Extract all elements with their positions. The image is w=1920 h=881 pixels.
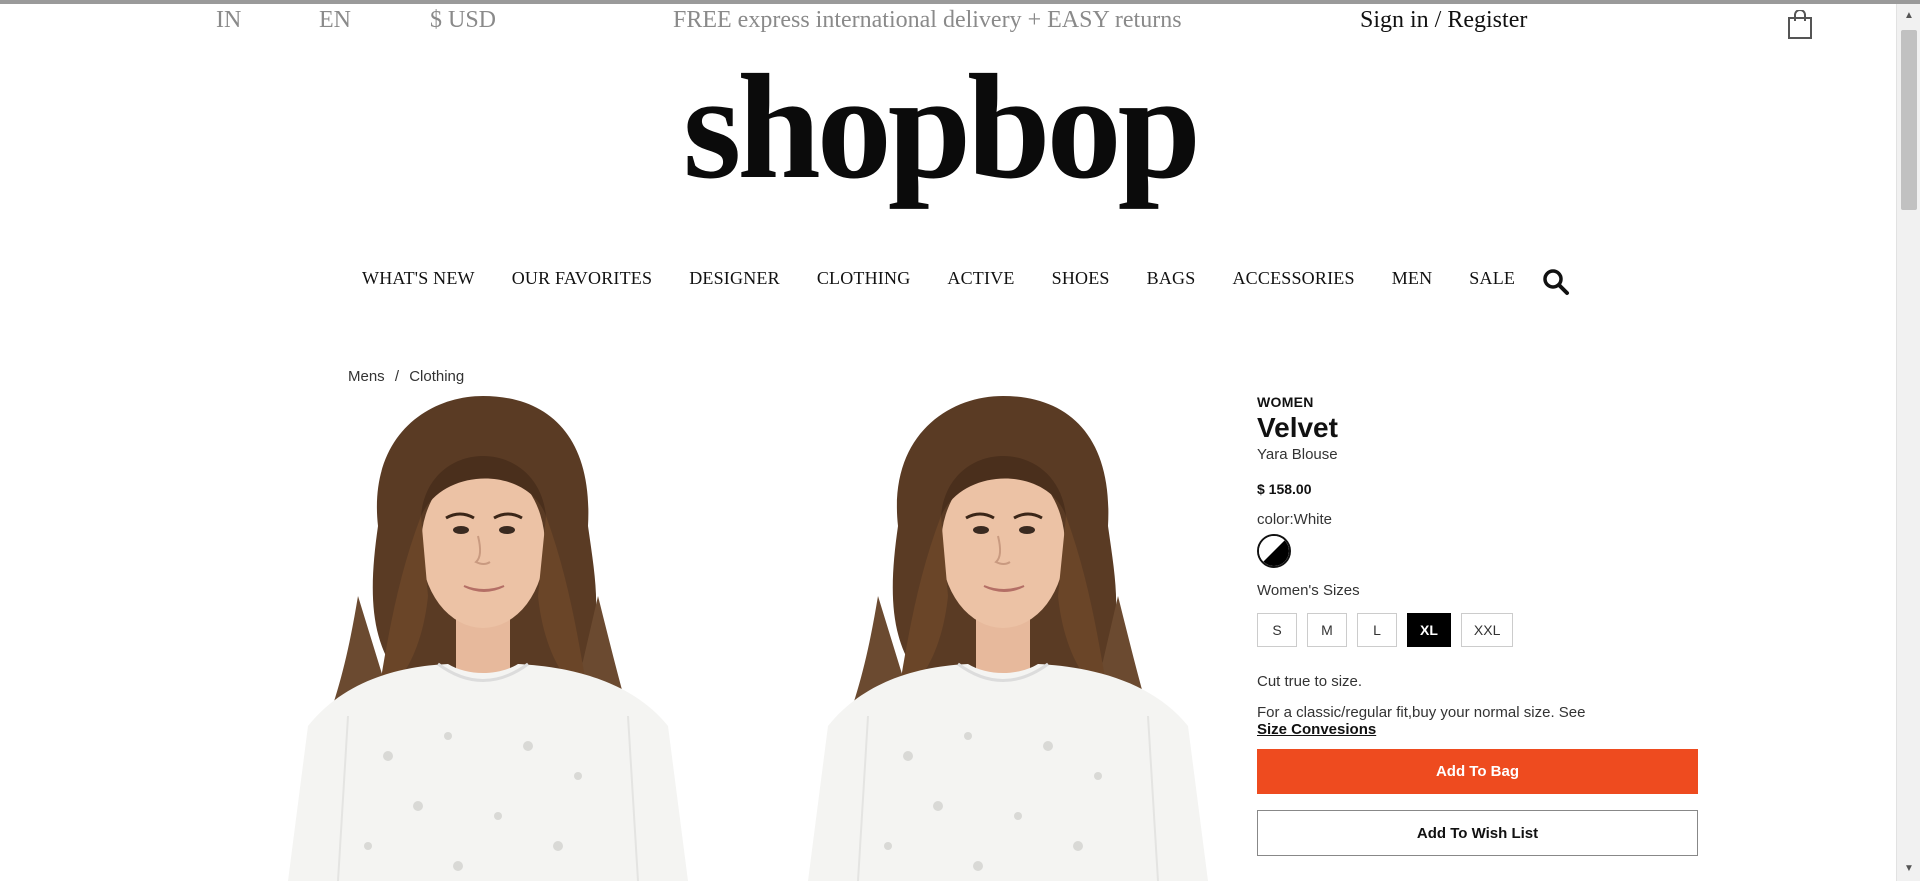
nav-shoes[interactable]: SHOES <box>1052 268 1110 289</box>
color-swatch-icon <box>1259 536 1289 566</box>
main-nav: WHAT'S NEW OUR FAVORITES DESIGNER CLOTHI… <box>362 268 1552 289</box>
add-to-bag-button[interactable]: Add To Bag <box>1257 749 1698 794</box>
scroll-thumb[interactable] <box>1901 30 1917 210</box>
size-option-xxl[interactable]: XXL <box>1460 613 1514 647</box>
size-conversions-link[interactable]: Size Convesions <box>1257 721 1376 738</box>
nav-accessories[interactable]: ACCESSORIES <box>1232 268 1354 289</box>
color-swatch-white[interactable] <box>1257 534 1291 568</box>
product-image-2[interactable] <box>748 396 1258 881</box>
size-option-m[interactable]: M <box>1307 613 1347 647</box>
product-image-1[interactable] <box>228 396 738 881</box>
currency-selector[interactable]: $ USD <box>430 2 496 38</box>
breadcrumb-clothing[interactable]: Clothing <box>409 368 464 385</box>
product-details: WOMEN Velvet Yara Blouse $ 158.00 color:… <box>1257 394 1702 856</box>
fit-note: Cut true to size. <box>1257 673 1363 690</box>
size-option-l[interactable]: L <box>1357 613 1397 647</box>
size-selector: S M L XL XXL <box>1257 613 1702 647</box>
nav-designer[interactable]: DESIGNER <box>689 268 780 289</box>
promo-banner[interactable]: FREE express international delivery + EA… <box>673 2 1182 38</box>
nav-bags[interactable]: BAGS <box>1147 268 1196 289</box>
nav-men[interactable]: MEN <box>1392 268 1433 289</box>
size-option-xl[interactable]: XL <box>1407 613 1451 647</box>
country-selector[interactable]: IN <box>216 2 241 38</box>
scroll-down-arrow-icon[interactable]: ▼ <box>1897 859 1920 879</box>
search-icon[interactable] <box>1542 268 1570 296</box>
language-selector[interactable]: EN <box>319 2 351 38</box>
breadcrumb-mens[interactable]: Mens <box>348 368 385 385</box>
product-gender: WOMEN <box>1257 394 1314 410</box>
breadcrumb: Mens / Clothing <box>348 368 470 385</box>
nav-active[interactable]: ACTIVE <box>947 268 1014 289</box>
nav-clothing[interactable]: CLOTHING <box>817 268 911 289</box>
signin-register-link[interactable]: Sign in / Register <box>1360 2 1527 38</box>
color-label: color:White <box>1257 511 1333 528</box>
page-scrollbar[interactable]: ▲ ▼ <box>1896 4 1920 881</box>
nav-whats-new[interactable]: WHAT'S NEW <box>362 268 475 289</box>
nav-our-favorites[interactable]: OUR FAVORITES <box>512 268 652 289</box>
shopping-bag-icon[interactable] <box>1787 10 1813 40</box>
nav-sale[interactable]: SALE <box>1469 268 1515 289</box>
shopbop-logo[interactable]: shopbop <box>660 52 1220 202</box>
sizes-label: Women's Sizes <box>1257 582 1360 599</box>
fit-advice: For a classic/regular fit,buy your norma… <box>1257 704 1586 721</box>
scroll-up-arrow-icon[interactable]: ▲ <box>1897 6 1920 26</box>
breadcrumb-separator: / <box>394 368 400 385</box>
add-to-wishlist-button[interactable]: Add To Wish List <box>1257 810 1698 856</box>
size-option-s[interactable]: S <box>1257 613 1297 647</box>
product-brand[interactable]: Velvet <box>1257 412 1702 444</box>
product-price: $ 158.00 <box>1257 481 1312 497</box>
product-name: Yara Blouse <box>1257 446 1338 463</box>
